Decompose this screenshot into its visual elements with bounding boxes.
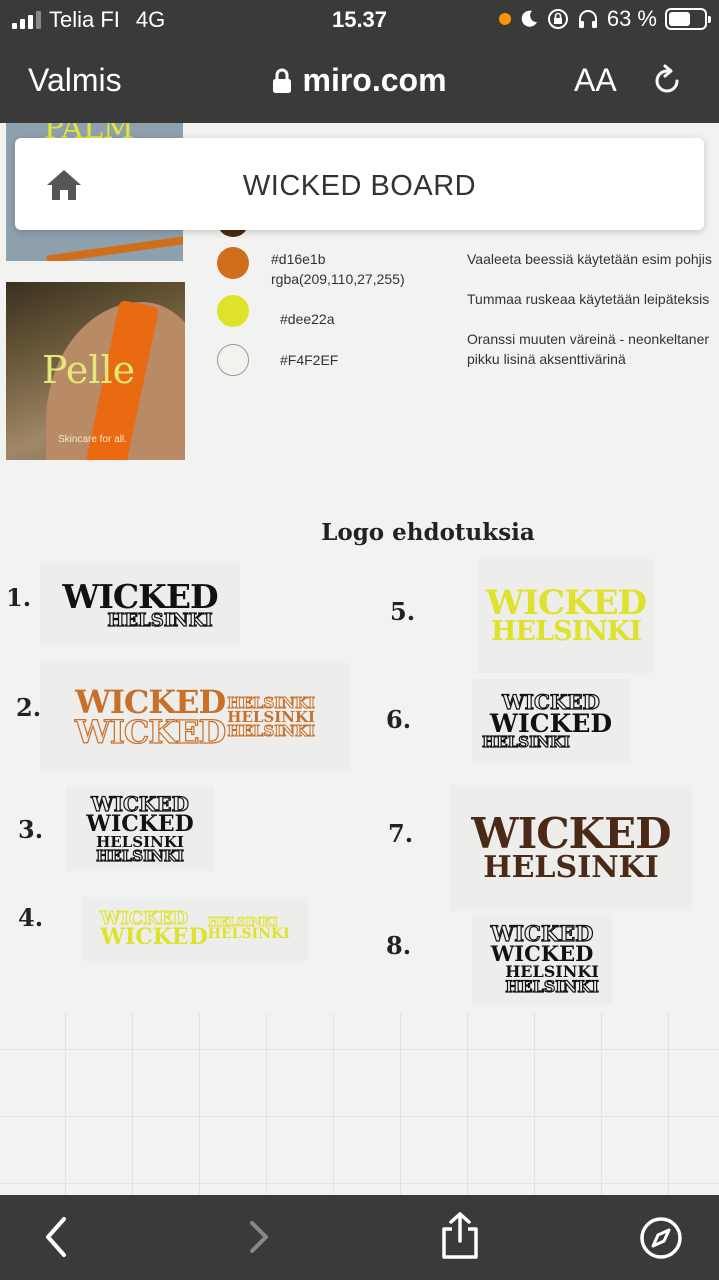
logo-2-wicked-stack: WICKED WICKED	[74, 685, 227, 751]
status-right: 63 %	[498, 6, 711, 32]
logos-section-title: Logo ehdotuksia	[321, 519, 535, 546]
logo-3-helsinki-outline: HELSINKI	[96, 846, 185, 865]
logo-4-wicked-solid: WICKED	[100, 924, 208, 951]
logo-option-6[interactable]: WICKED WICKED HELSINKI	[472, 679, 630, 763]
board-header: WICKED BOARD	[15, 138, 704, 230]
text-size-label: AA	[574, 62, 617, 98]
palette-desc-1: Vaaleeta beessiä käytetään esim pohjis	[467, 251, 712, 267]
thumb-pelle-tagline: Skincare for all.	[58, 434, 127, 445]
logo-8-wicked-solid: WICKED	[490, 940, 594, 966]
battery-label: 63 %	[606, 6, 657, 31]
logo-number-3: 3.	[18, 815, 44, 844]
board-grid	[0, 1013, 719, 1195]
battery-icon	[665, 8, 711, 30]
swatch-orange-hex: #d16e1b	[271, 251, 326, 267]
logo-option-4[interactable]: WICKED WICKED HELSINKI HELSINKI	[82, 897, 308, 961]
forward-icon[interactable]	[244, 1215, 276, 1259]
logo-option-1[interactable]: WICKED HELSINKI	[40, 563, 240, 647]
rotation-lock-icon	[547, 9, 568, 29]
moon-icon	[521, 10, 537, 27]
logo-option-5[interactable]: WICKED HELSINKI	[478, 559, 654, 673]
back-icon[interactable]	[40, 1215, 72, 1259]
logo-2-helsinki-3: HELSINKI	[227, 722, 316, 741]
logo-3-wicked-solid: WICKED	[86, 810, 194, 837]
palette-desc-4: pikku lisinä aksenttivärinä	[467, 351, 626, 367]
headphones-icon	[578, 10, 597, 28]
swatch-orange	[217, 247, 249, 279]
url-text: miro.com	[302, 62, 447, 98]
battery-fill	[669, 12, 691, 26]
logo-number-1: 1.	[6, 583, 32, 612]
logo-7-wicked: WICKED	[471, 808, 671, 858]
logo-1-helsinki: HELSINKI	[107, 610, 214, 632]
reload-icon[interactable]	[650, 64, 684, 98]
swatch-orange-rgba: rgba(209,110,27,255)	[271, 271, 405, 287]
board-canvas[interactable]: PALM Pelle Skincare for all. #d16e1b rgb…	[0, 123, 719, 1195]
logo-option-7[interactable]: WICKED HELSINKI	[450, 785, 692, 911]
board-title[interactable]: WICKED BOARD	[15, 170, 704, 203]
logo-8-helsinki-outline: HELSINKI	[505, 976, 600, 996]
swatch-beige-hex: #F4F2EF	[280, 352, 339, 368]
logo-number-2: 2.	[16, 693, 42, 722]
palette-desc-2: Tummaa ruskeaa käytetään leipäteksis	[467, 291, 710, 307]
logo-6-helsinki-outline: HELSINKI	[482, 733, 571, 752]
logo-4-wicked-stack: WICKED WICKED	[100, 909, 208, 951]
logo-5-helsinki: HELSINKI	[491, 616, 642, 648]
logo-number-6: 6.	[386, 705, 412, 734]
logo-number-5: 5.	[390, 597, 416, 626]
logo-option-8[interactable]: WICKED WICKED HELSINKI HELSINKI	[472, 913, 612, 1005]
swatch-beige	[217, 344, 249, 376]
logo-6-wicked-solid: WICKED	[489, 708, 613, 738]
logo-1-wicked: WICKED	[62, 576, 218, 616]
swatch-yellow-hex: #dee22a	[280, 311, 335, 327]
logo-4-helsinki-stack: HELSINKI HELSINKI	[207, 915, 290, 943]
thumb-pelle-title: Pelle	[42, 348, 136, 392]
browser-toolbar	[0, 1195, 719, 1280]
logo-number-4: 4.	[18, 903, 44, 932]
text-size-button[interactable]: AA	[574, 62, 617, 99]
status-bar: Telia FI 4G 15.37 63 %	[0, 0, 719, 40]
browser-url-bar: Valmis miro.com AA	[0, 40, 719, 123]
logo-5-wicked: WICKED	[485, 583, 647, 624]
orange-dot-icon	[498, 13, 511, 25]
logo-number-7: 7.	[388, 819, 414, 848]
palette-desc-3: Oranssi muuten väreinä - neonkeltaner	[467, 331, 710, 347]
logo-option-3[interactable]: WICKED WICKED HELSINKI HELSINKI	[66, 787, 214, 871]
logo-7-helsinki: HELSINKI	[483, 849, 659, 885]
logo-4-helsinki-solid: HELSINKI	[207, 926, 290, 943]
logo-2-wicked-outline: WICKED	[74, 713, 227, 751]
share-icon[interactable]	[438, 1211, 482, 1261]
thumb-stripe	[46, 230, 183, 261]
logo-number-8: 8.	[386, 931, 412, 960]
moodboard-image-pelle: Pelle Skincare for all.	[6, 282, 185, 460]
compass-icon[interactable]	[638, 1215, 684, 1261]
logo-option-2[interactable]: WICKED WICKED HELSINKI HELSINKI HELSINKI	[40, 663, 350, 771]
swatch-yellow	[217, 295, 249, 327]
lock-icon	[273, 68, 292, 93]
logo-2-helsinki-stack: HELSINKI HELSINKI HELSINKI	[227, 694, 316, 741]
